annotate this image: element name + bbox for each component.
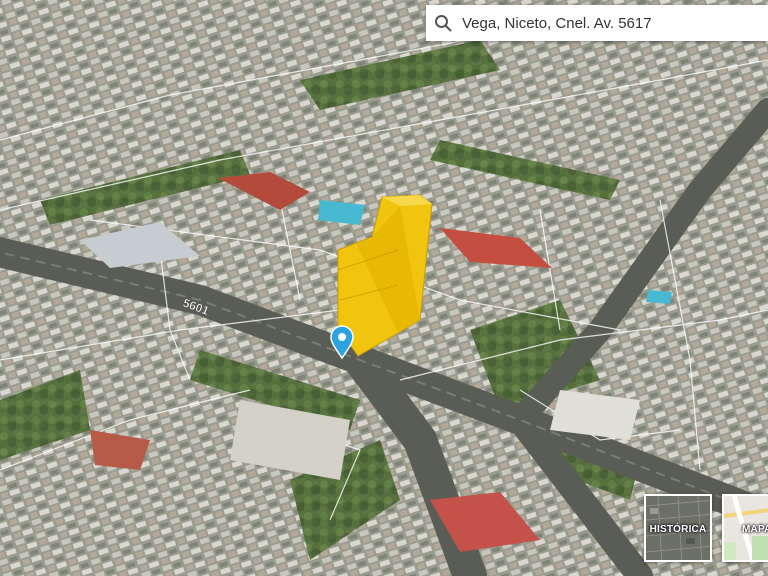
search-input[interactable]	[460, 13, 764, 33]
search-icon[interactable]	[432, 12, 454, 34]
layer-label: HISTÓRICA	[649, 524, 707, 535]
layer-label: MAPA	[742, 524, 768, 535]
search-bar[interactable]	[426, 5, 768, 41]
map-view[interactable]: 5601	[0, 0, 768, 576]
layer-toggle-historica[interactable]: HISTÓRICA	[644, 494, 712, 562]
layer-toggle-mapa[interactable]: MAPA	[722, 494, 768, 562]
